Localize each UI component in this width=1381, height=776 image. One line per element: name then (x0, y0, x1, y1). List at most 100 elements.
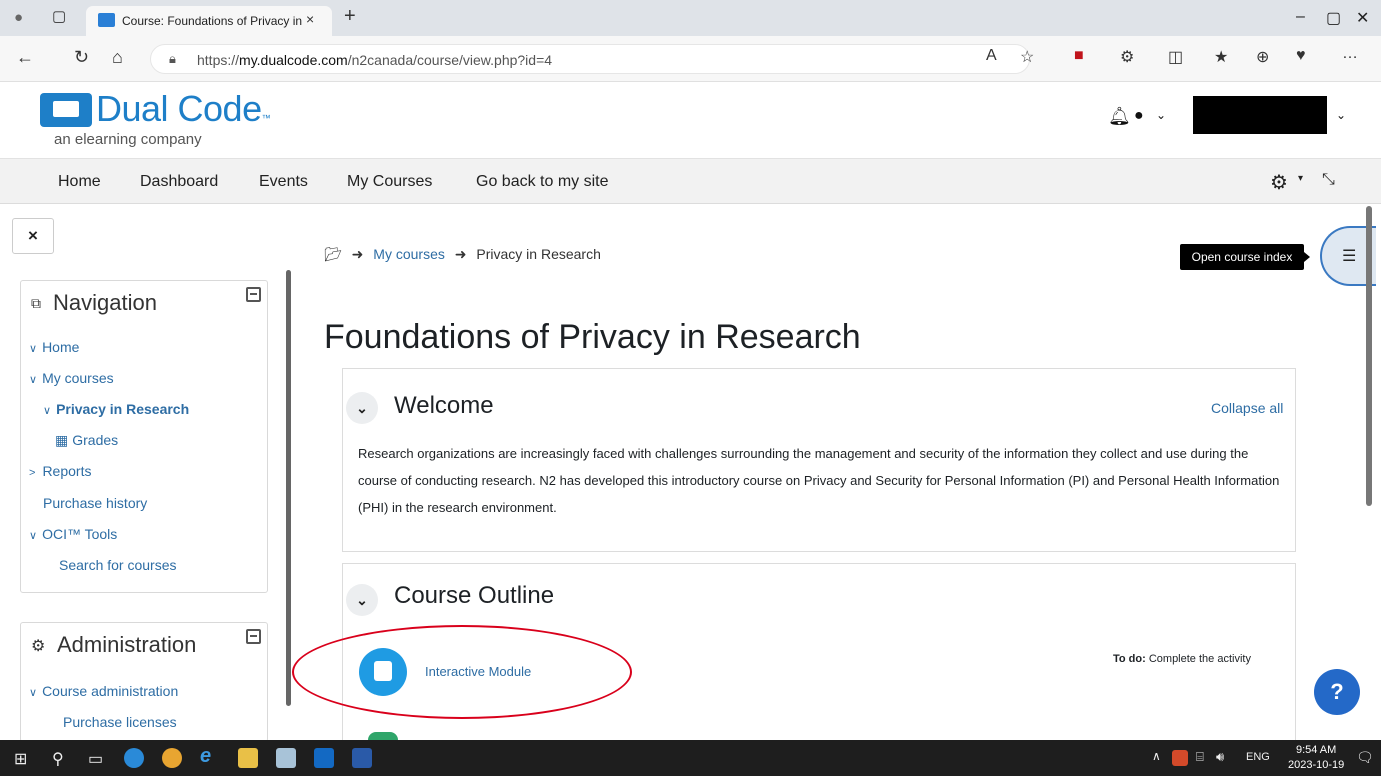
administration-block-title: Administration (57, 632, 197, 657)
favorites-icon[interactable]: ★ (1214, 47, 1228, 67)
navigation-block: ⧉ Navigation ∨ Home ∨ My courses ∨ Privacy … (20, 280, 268, 593)
language-chevron-icon[interactable]: ⌄ (1156, 108, 1166, 122)
red-highlight-ellipse (292, 625, 632, 719)
nav-dashboard[interactable]: Dashboard (140, 173, 218, 191)
internet-explorer-icon[interactable]: e (200, 745, 211, 768)
next-activity-icon[interactable] (368, 732, 398, 740)
browser-menu-icon[interactable]: … (1342, 45, 1358, 63)
tab-actions-icon[interactable]: ▢ (52, 7, 66, 25)
url-text: https://my.dualcode.com/n2canada/course/… (197, 52, 553, 68)
site-favicon-icon (98, 13, 115, 27)
nav-tree-grades[interactable]: ▦ Grades (55, 432, 118, 449)
split-screen-icon[interactable]: ◫ (1168, 47, 1183, 67)
tab-close-icon[interactable]: × (306, 11, 314, 27)
breadcrumb: 📂︎ ➜ My courses ➜ Privacy in Research (324, 246, 601, 263)
task-view-icon[interactable]: ▭ (88, 749, 103, 769)
extensions-puzzle-icon[interactable]: ⚙︎ (1120, 47, 1134, 67)
nav-tree-course-administration[interactable]: ∨ Course administration (29, 683, 178, 699)
user-menu-chevron-icon[interactable]: ⌄ (1336, 108, 1346, 122)
main-scrollbar[interactable] (1366, 206, 1372, 506)
settings-chevron-icon[interactable]: ▾ (1298, 173, 1303, 184)
list-icon: ☰ (1342, 248, 1357, 265)
refresh-icon[interactable]: ↻ (74, 47, 89, 68)
outline-toggle-chevron-icon[interactable]: ⌄ (346, 584, 378, 616)
logo-tagline: an elearning company (54, 131, 202, 148)
course-index-tooltip: Open course index (1180, 244, 1310, 270)
close-window-button[interactable]: ✕ (1356, 8, 1369, 28)
site-navbar: Home Dashboard Events My Courses Go back… (0, 158, 1381, 204)
nav-events[interactable]: Events (259, 173, 308, 191)
user-menu[interactable] (1193, 96, 1327, 134)
address-bar[interactable]: 🔒︎ https://my.dualcode.com/n2canada/cour… (150, 44, 1030, 74)
edge-browser-icon[interactable] (124, 748, 144, 768)
file-explorer-icon[interactable] (238, 748, 258, 768)
tab-course[interactable]: Course: Foundations of Privacy in Resear… (86, 6, 332, 36)
close-drawer-button[interactable]: × (12, 218, 54, 254)
new-tab-button[interactable]: + (344, 5, 356, 28)
breadcrumb-my-courses[interactable]: My courses (373, 246, 445, 262)
drawer-scrollbar[interactable] (286, 270, 291, 706)
browser-tab-strip: ● ▢ Course: Foundations of Privacy in Re… (0, 0, 1381, 36)
tray-app-icon[interactable] (1172, 750, 1188, 766)
notifications-icon[interactable]: 🗨︎ (1356, 749, 1374, 766)
minimize-button[interactable]: – (1296, 8, 1305, 26)
extension-icon[interactable]: ■ (1074, 47, 1084, 65)
collapse-all-link[interactable]: Collapse all (1211, 400, 1283, 416)
nav-tree-reports[interactable]: > Reports (29, 463, 91, 479)
collapse-fullscreen-icon[interactable]: ⤡ (1322, 171, 1335, 189)
lock-icon[interactable]: 🔒︎ (169, 51, 176, 67)
folder-open-icon: 📂︎ (324, 246, 342, 262)
nav-tree-purchase-licenses[interactable]: Purchase licenses (63, 714, 177, 730)
taskbar-search-icon[interactable]: ⚲ (52, 749, 64, 769)
breadcrumb-chevron-icon: ➜ (351, 246, 364, 262)
profile-icon[interactable]: ● (14, 9, 23, 26)
logo-text[interactable]: Dual Code™ (96, 88, 271, 130)
notepad-icon[interactable] (276, 748, 296, 768)
breadcrumb-current: Privacy in Research (476, 246, 601, 262)
welcome-toggle-chevron-icon[interactable]: ⌄ (346, 392, 378, 424)
outlook-icon[interactable] (314, 748, 334, 768)
volume-icon[interactable]: 🔊︎ (1216, 749, 1224, 765)
collapse-admin-block-icon[interactable] (246, 629, 261, 644)
tab-title: Course: Foundations of Privacy in Resear… (122, 14, 302, 28)
word-icon[interactable] (352, 748, 372, 768)
activity-completion-status: To do: Complete the activity (1113, 653, 1251, 665)
help-button[interactable]: ? (1314, 669, 1360, 715)
nav-tree-purchase-history[interactable]: Purchase history (43, 495, 147, 511)
nav-tree-search-courses[interactable]: Search for courses (59, 557, 177, 573)
dual-code-logo-icon[interactable] (40, 93, 92, 127)
nav-tree-home[interactable]: ∨ Home (29, 339, 79, 355)
navigation-block-title: Navigation (53, 290, 157, 315)
settings-gear-icon[interactable]: ⚙︎ (1270, 170, 1288, 195)
read-aloud-icon[interactable]: A (986, 47, 997, 65)
windows-start-icon[interactable]: ⊞ (14, 749, 27, 769)
welcome-section-title[interactable]: Welcome (394, 392, 494, 420)
grades-table-icon: ▦ (55, 432, 69, 448)
show-hidden-icons-icon[interactable]: ∧ (1152, 749, 1161, 763)
network-icon[interactable]: ⌸ (1196, 749, 1204, 765)
taskbar-clock[interactable]: 9:54 AM 2023-10-19 (1288, 743, 1344, 773)
outline-section-title[interactable]: Course Outline (394, 582, 554, 610)
home-icon[interactable]: ⌂ (112, 47, 123, 68)
favorite-star-icon[interactable]: ☆ (1020, 47, 1034, 67)
site-header: Dual Code™ an elearning company 🔔︎ ● ⌄ ⌄ (0, 82, 1381, 158)
nav-home[interactable]: Home (58, 173, 101, 191)
collections-icon[interactable]: ⊕ (1256, 47, 1269, 67)
language-globe-icon[interactable]: ● (1134, 107, 1144, 125)
nav-my-courses[interactable]: My Courses (347, 173, 432, 191)
nav-tree-my-courses[interactable]: ∨ My courses (29, 370, 114, 386)
breadcrumb-chevron-icon: ➜ (454, 246, 467, 262)
nav-go-back[interactable]: Go back to my site (476, 173, 609, 191)
restore-button[interactable]: ▢ (1326, 8, 1341, 28)
notification-bell-icon[interactable]: 🔔︎ (1108, 106, 1131, 127)
browser-essentials-icon[interactable]: ♥ (1296, 47, 1306, 65)
cogs-icon: ⚙︎ (31, 638, 46, 655)
windows-taskbar: ⊞ ⚲ ▭ e ∧ ⌸ 🔊︎ ENG 9:54 AM 2023-10-19 🗨︎ (0, 740, 1381, 776)
back-icon[interactable]: ← (16, 47, 34, 68)
browser-toolbar: ← ↻ ⌂ 🔒︎ https://my.dualcode.com/n2canad… (0, 36, 1381, 82)
nav-tree-oci-tools[interactable]: ∨ OCI™ Tools (29, 526, 117, 542)
language-indicator[interactable]: ENG (1246, 751, 1270, 763)
nav-tree-privacy-in-research[interactable]: ∨ Privacy in Research (43, 401, 189, 417)
collapse-block-icon[interactable] (246, 287, 261, 302)
chrome-browser-icon[interactable] (162, 748, 182, 768)
